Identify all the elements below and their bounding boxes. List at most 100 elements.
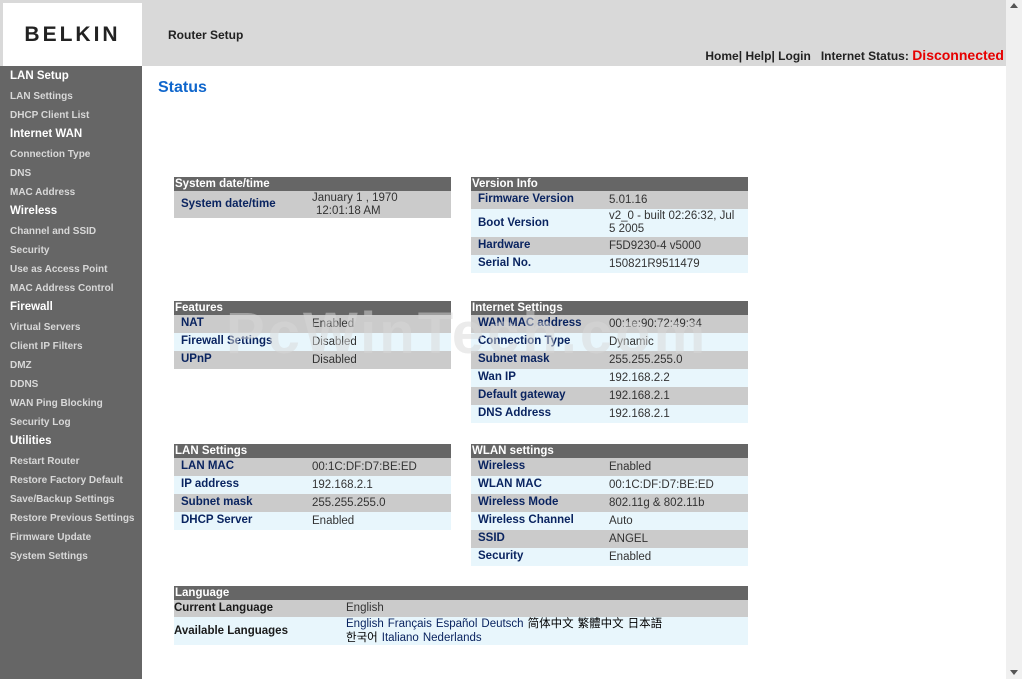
- sidebar-item-wan-ping-blocking[interactable]: WAN Ping Blocking: [10, 398, 103, 409]
- language-link-korean[interactable]: 한국어: [346, 632, 378, 644]
- dns-address-label: DNS Address: [478, 407, 552, 419]
- language-link-english[interactable]: English: [346, 618, 384, 630]
- table-heading: Version Info: [471, 177, 748, 191]
- sidebar-item-connection-type[interactable]: Connection Type: [10, 149, 90, 160]
- boot-version-value: v2_0 - built 02:26:32, Jul 5 2005: [609, 210, 735, 235]
- wireless-value: Enabled: [609, 461, 652, 473]
- lan-mac-value: 00:1C:DF:D7:BE:ED: [312, 461, 417, 473]
- features-table: Features NAT Enabled Firewall Settings D…: [174, 301, 451, 369]
- sidebar-item-firmware-update[interactable]: Firmware Update: [10, 532, 91, 543]
- dhcp-server-label: DHCP Server: [181, 514, 253, 526]
- sidebar-item-dmz[interactable]: DMZ: [10, 360, 32, 371]
- help-link[interactable]: Help: [745, 49, 771, 63]
- ssid-value: ANGEL: [609, 533, 648, 545]
- sidebar-item-save-backup-settings[interactable]: Save/Backup Settings: [10, 494, 114, 505]
- page-header-title: Router Setup: [168, 28, 244, 42]
- language-link-japanese[interactable]: 日本語: [628, 618, 663, 630]
- table-row: Subnet mask 255.255.255.0: [174, 494, 451, 512]
- language-table: Language Current Language English Availa…: [174, 586, 748, 645]
- connection-type-label: Connection Type: [478, 335, 571, 347]
- wan-ip-label: Wan IP: [478, 371, 516, 383]
- available-languages-label: Available Languages: [174, 625, 288, 637]
- sidebar-item-client-ip-filters[interactable]: Client IP Filters: [10, 341, 83, 352]
- vertical-scrollbar[interactable]: [1006, 0, 1022, 679]
- dns-address-value: 192.168.2.1: [609, 408, 670, 420]
- table-row: Wan IP 192.168.2.2: [471, 369, 748, 387]
- table-row: Default gateway 192.168.2.1: [471, 387, 748, 405]
- table-row: LAN MAC 00:1C:DF:D7:BE:ED: [174, 458, 451, 476]
- wireless-mode-value: 802.11g & 802.11b: [609, 497, 705, 509]
- language-link-nederlands[interactable]: Nederlands: [423, 632, 482, 644]
- logo-box: BELKIN: [3, 3, 142, 66]
- home-link[interactable]: Home: [705, 49, 738, 63]
- wan-mac-address-label: WAN MAC address: [478, 317, 582, 329]
- table-heading: Language: [174, 586, 748, 600]
- internet-settings-table: Internet Settings WAN MAC address 00:1e:…: [471, 301, 748, 423]
- sidebar-item-dns[interactable]: DNS: [10, 168, 31, 179]
- lan-ip-address-value: 192.168.2.1: [312, 479, 373, 491]
- lan-subnet-mask-label: Subnet mask: [181, 496, 253, 508]
- table-row: NAT Enabled: [174, 315, 451, 333]
- top-nav: Home| Help| Login Internet Status: Disco…: [705, 47, 1004, 63]
- table-row: Serial No. 150821R9511479: [471, 255, 748, 273]
- sidebar-item-use-as-access-point[interactable]: Use as Access Point: [10, 264, 107, 275]
- sidebar-item-virtual-servers[interactable]: Virtual Servers: [10, 322, 80, 333]
- lan-settings-table: LAN Settings LAN MAC 00:1C:DF:D7:BE:ED I…: [174, 444, 451, 530]
- current-language-value: English: [346, 602, 384, 614]
- table-row: WAN MAC address 00:1e:90:72:49:34: [471, 315, 748, 333]
- table-row: IP address 192.168.2.1: [174, 476, 451, 494]
- sidebar-item-security-log[interactable]: Security Log: [10, 417, 71, 428]
- sidebar-heading-firewall[interactable]: Firewall: [10, 301, 53, 313]
- language-link-deutsch[interactable]: Deutsch: [481, 618, 523, 630]
- serial-no-label: Serial No.: [478, 257, 532, 269]
- system-datetime-date: January 1 , 1970: [312, 192, 398, 204]
- sidebar: LAN Setup LAN Settings DHCP Client List …: [0, 66, 142, 679]
- table-row: DNS Address 192.168.2.1: [471, 405, 748, 423]
- language-link-italiano[interactable]: Italiano: [382, 632, 419, 644]
- header-bar: BELKIN Router Setup Home| Help| Login In…: [0, 0, 1006, 66]
- available-languages-list: English Français Español Deutsch 简体中文 繁體中文 日本語…: [346, 617, 746, 645]
- sidebar-item-restart-router[interactable]: Restart Router: [10, 456, 79, 467]
- sidebar-heading-wireless[interactable]: Wireless: [10, 205, 57, 217]
- sidebar-heading-lan-setup[interactable]: LAN Setup: [10, 70, 69, 82]
- upnp-label: UPnP: [181, 353, 212, 365]
- lan-ip-address-label: IP address: [181, 478, 239, 490]
- table-heading: Internet Settings: [471, 301, 748, 315]
- wireless-mode-label: Wireless Mode: [478, 496, 559, 508]
- table-row: Wireless Enabled: [471, 458, 748, 476]
- dhcp-server-value: Enabled: [312, 515, 355, 527]
- sidebar-item-dhcp-client-list[interactable]: DHCP Client List: [10, 110, 89, 121]
- nat-label: NAT: [181, 317, 204, 329]
- sidebar-item-restore-previous-settings[interactable]: Restore Previous Settings: [10, 513, 134, 524]
- table-row: Firmware Version 5.01.16: [471, 191, 748, 209]
- hardware-label: Hardware: [478, 239, 531, 251]
- sidebar-item-restore-factory-default[interactable]: Restore Factory Default: [10, 475, 123, 486]
- sidebar-item-mac-address[interactable]: MAC Address: [10, 187, 75, 198]
- current-language-label: Current Language: [174, 602, 274, 614]
- sidebar-item-channel-and-ssid[interactable]: Channel and SSID: [10, 226, 96, 237]
- language-link-francais[interactable]: Français: [388, 618, 432, 630]
- language-link-simplified-chinese[interactable]: 简体中文: [528, 618, 574, 630]
- table-row: Subnet mask 255.255.255.0: [471, 351, 748, 369]
- language-link-traditional-chinese[interactable]: 繁體中文: [578, 618, 624, 630]
- language-link-espanol[interactable]: Español: [436, 618, 478, 630]
- sidebar-item-system-settings[interactable]: System Settings: [10, 551, 88, 562]
- sidebar-heading-internet-wan[interactable]: Internet WAN: [10, 128, 82, 140]
- sidebar-item-ddns[interactable]: DDNS: [10, 379, 38, 390]
- internet-status-label: Internet Status:: [820, 49, 909, 63]
- table-heading: Features: [174, 301, 451, 315]
- nat-value: Enabled: [312, 318, 355, 330]
- lan-subnet-mask-value: 255.255.255.0: [312, 497, 386, 509]
- system-datetime-time: 12:01:18 AM: [316, 205, 381, 217]
- table-row: System date/time January 1 , 1970 12:01:…: [174, 191, 451, 218]
- sidebar-item-lan-settings[interactable]: LAN Settings: [10, 91, 73, 102]
- wan-mac-address-value: 00:1e:90:72:49:34: [609, 318, 702, 330]
- scroll-up-arrow-icon[interactable]: [1010, 3, 1018, 8]
- login-link[interactable]: Login: [778, 49, 811, 63]
- scroll-down-arrow-icon[interactable]: [1010, 670, 1018, 675]
- internet-status-value: Disconnected: [912, 47, 1004, 63]
- sidebar-heading-utilities[interactable]: Utilities: [10, 435, 52, 447]
- sidebar-item-wireless-security[interactable]: Security: [10, 245, 49, 256]
- sidebar-item-mac-address-control[interactable]: MAC Address Control: [10, 283, 114, 294]
- table-row: Available Languages English Français Españ…: [174, 617, 748, 645]
